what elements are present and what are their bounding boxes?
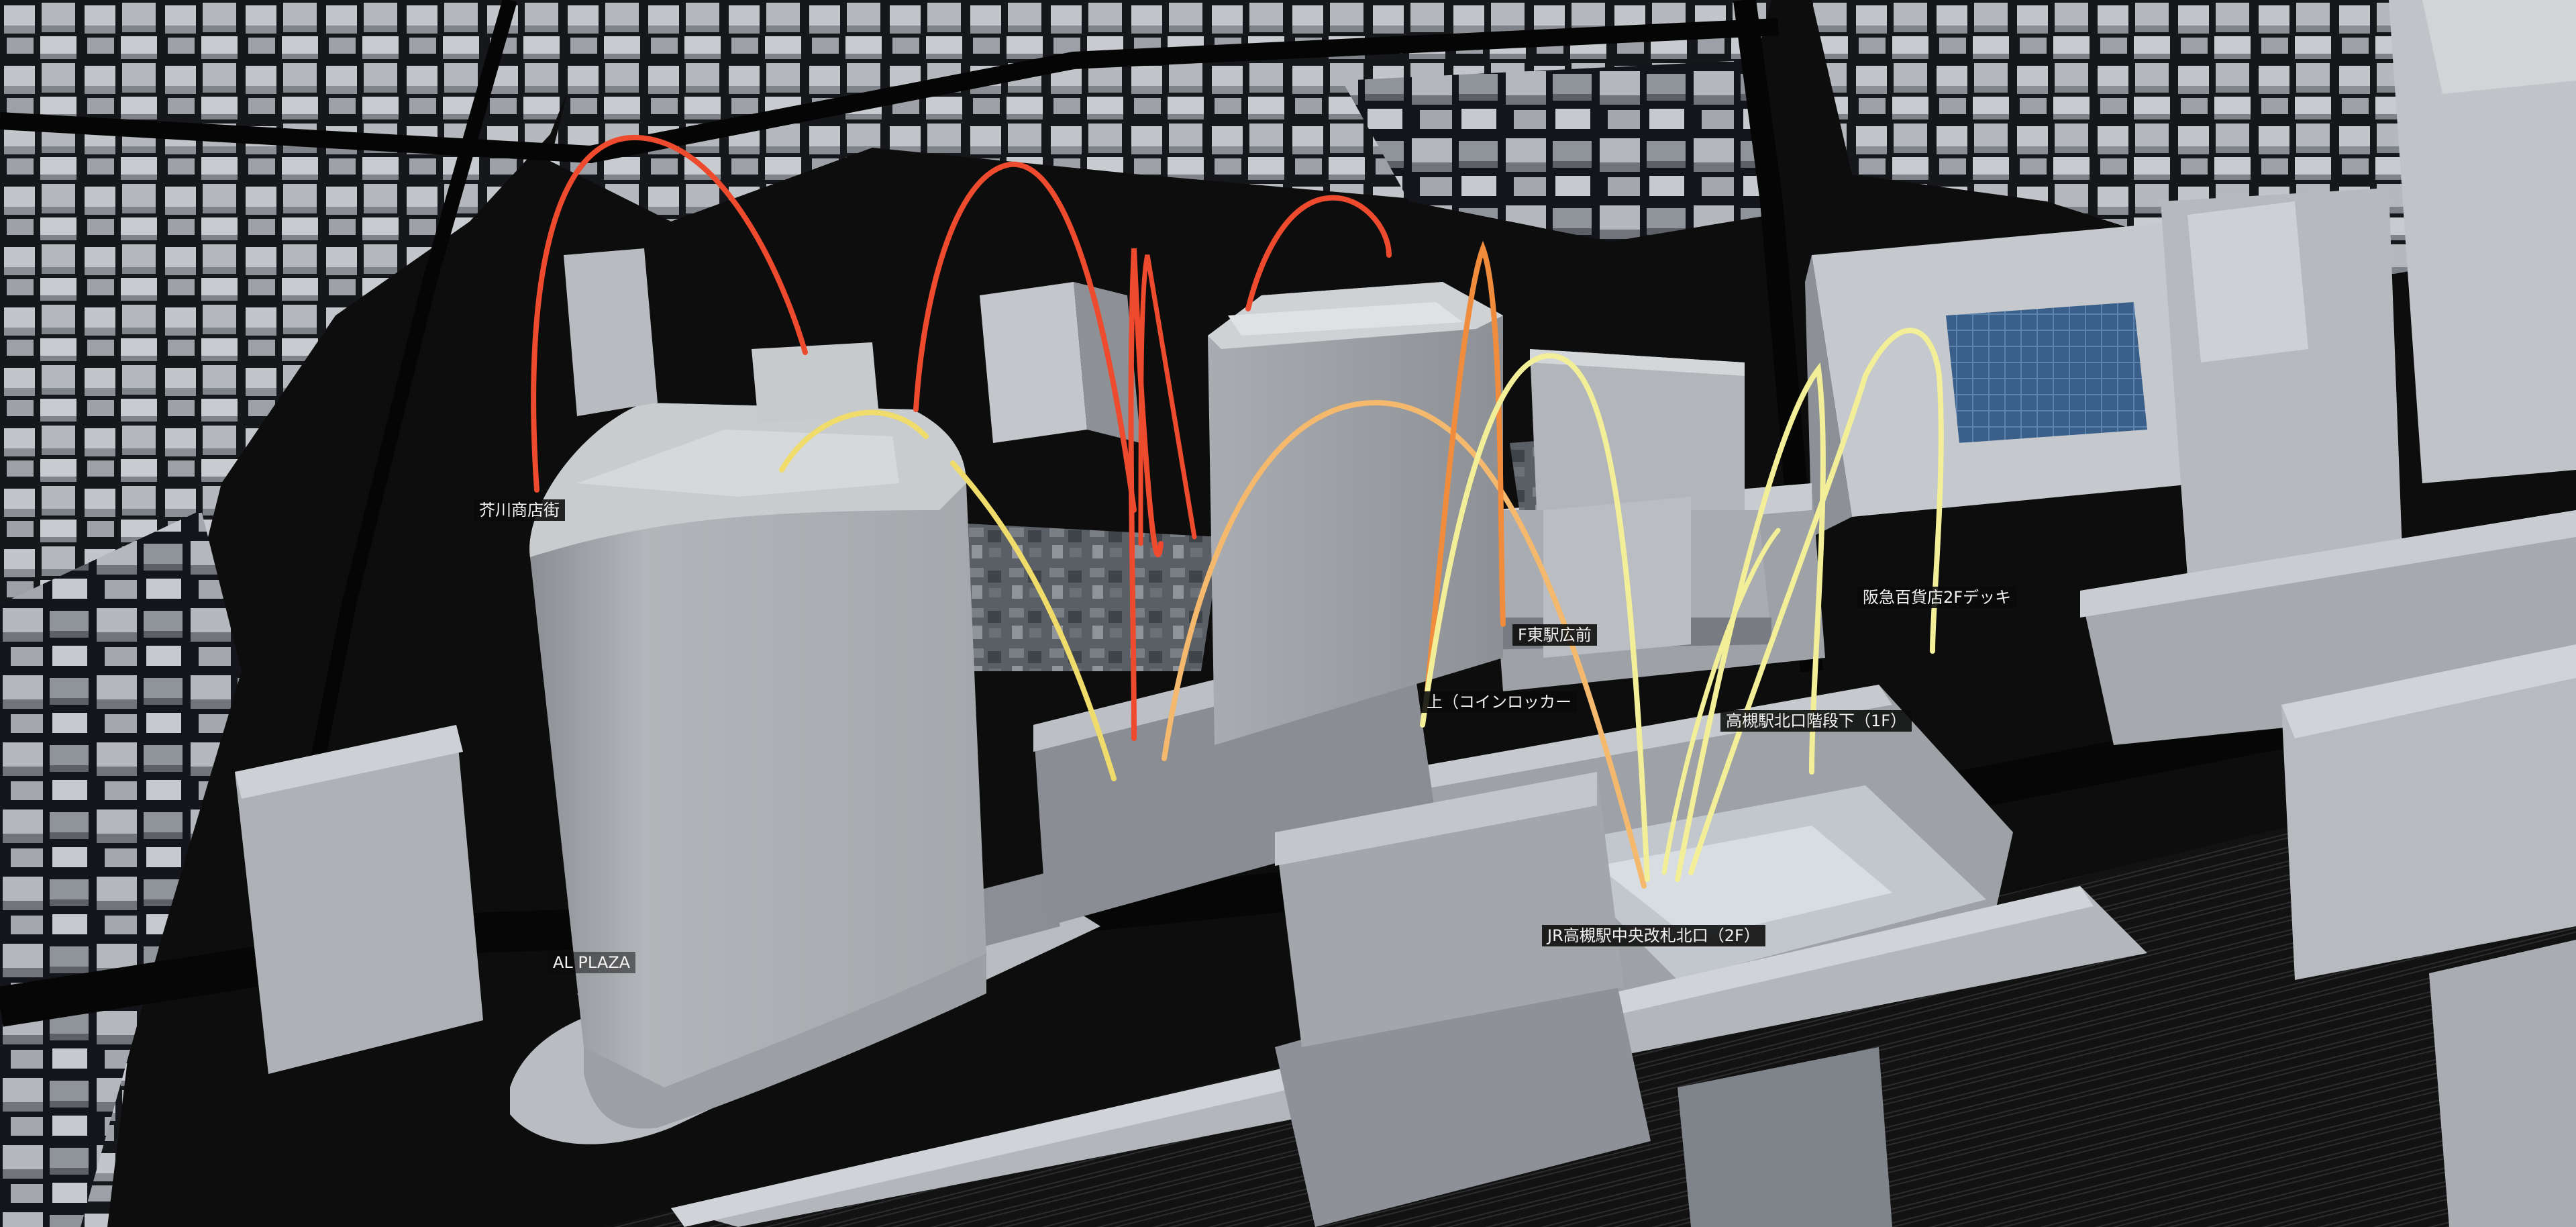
map-label-hankyu-deck[interactable]: 阪急百貨店2Fデッキ [1857, 587, 2017, 608]
3d-city-scene[interactable] [0, 0, 2576, 1227]
map-label-f-east[interactable]: F東駅広前 [1512, 624, 1597, 646]
tower-left [529, 403, 986, 1129]
map-label-coin-locker[interactable]: 上（コインロッカー [1421, 691, 1577, 713]
map-label-jr-central-gate[interactable]: JR高槻駅中央改札北口（2F） [1542, 925, 1765, 946]
map-viewport[interactable]: 芥川商店街 AL PLAZA F東駅広前 上（コインロッカー 高槻駅北口階段下（… [0, 0, 2576, 1227]
map-label-jr-north-stairs[interactable]: 高槻駅北口階段下（1F） [1720, 710, 1912, 732]
map-label-akutagawa[interactable]: 芥川商店街 [474, 499, 565, 521]
map-label-al-plaza[interactable]: AL PLAZA [548, 952, 636, 973]
